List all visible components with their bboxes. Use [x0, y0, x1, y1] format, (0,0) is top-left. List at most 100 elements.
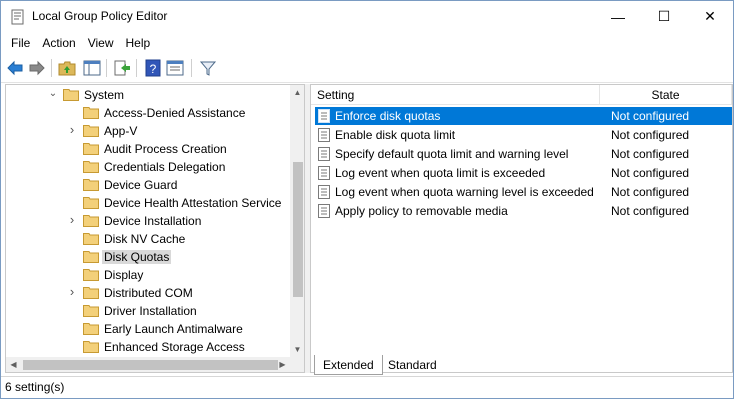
tree-horizontal-scrollbar[interactable]: ◀ ▶: [6, 357, 290, 372]
folder-icon: [83, 215, 99, 227]
setting-name: Log event when quota warning level is ex…: [335, 185, 594, 199]
tree-label: Disk Quotas: [102, 250, 172, 264]
policy-setting-icon: [318, 128, 330, 142]
tree-node[interactable]: › Distributed COM: [6, 284, 290, 302]
scrollbar-corner: [290, 357, 304, 372]
filter-icon[interactable]: [199, 59, 217, 77]
toolbar: ?: [1, 54, 733, 83]
setting-row[interactable]: Enable disk quota limit Not configured: [315, 126, 732, 144]
chevron-right-icon[interactable]: ›: [67, 213, 77, 226]
setting-state: Not configured: [611, 109, 690, 123]
folder-icon: [83, 125, 99, 137]
setting-state: Not configured: [611, 204, 690, 218]
tree-node[interactable]: Disk Quotas: [6, 248, 290, 266]
setting-row[interactable]: Log event when quota warning level is ex…: [315, 183, 732, 201]
tree-vertical-scrollbar[interactable]: ▲ ▼: [290, 85, 304, 357]
menu-file[interactable]: File: [5, 33, 36, 53]
tree-node[interactable]: › App-V: [6, 122, 290, 140]
tree-node[interactable]: Credentials Delegation: [6, 158, 290, 176]
tree-label: Device Guard: [104, 178, 178, 192]
folder-icon: [83, 107, 99, 119]
toolbar-separator: [136, 59, 137, 77]
scroll-right-icon[interactable]: ▶: [275, 357, 290, 372]
menu-action[interactable]: Action: [36, 33, 81, 53]
forward-icon[interactable]: [28, 59, 46, 77]
close-button[interactable]: ✕: [687, 1, 733, 32]
folder-icon: [83, 251, 99, 263]
tree-node-system[interactable]: ⌄ System: [6, 86, 290, 104]
tab-standard[interactable]: Standard: [380, 355, 445, 375]
setting-row[interactable]: Apply policy to removable media Not confi…: [315, 202, 732, 220]
tree-node[interactable]: Device Health Attestation Service: [6, 194, 290, 212]
tree-label: Device Installation: [104, 214, 202, 228]
help-icon[interactable]: ?: [144, 59, 162, 77]
export-list-icon[interactable]: [113, 59, 131, 77]
setting-row[interactable]: Specify default quota limit and warning …: [315, 145, 732, 163]
setting-name: Enable disk quota limit: [335, 128, 456, 142]
tree-label: Access-Denied Assistance: [104, 106, 246, 120]
tree-label: Credentials Delegation: [104, 160, 226, 174]
scroll-thumb[interactable]: [23, 360, 278, 370]
column-header-setting[interactable]: Setting: [311, 85, 600, 105]
tree-label: Driver Installation: [104, 304, 197, 318]
policy-setting-icon: [318, 109, 330, 123]
tree-label: Enhanced Storage Access: [104, 340, 245, 354]
toolbar-separator: [106, 59, 107, 77]
window-title: Local Group Policy Editor: [32, 9, 168, 23]
tab-extended[interactable]: Extended: [314, 355, 383, 375]
tree-node[interactable]: Audit Process Creation: [6, 140, 290, 158]
scroll-up-icon[interactable]: ▲: [290, 85, 304, 100]
back-icon[interactable]: [6, 59, 24, 77]
title-bar[interactable]: Local Group Policy Editor — ☐ ✕: [1, 1, 733, 32]
toolbar-separator: [51, 59, 52, 77]
tree-node[interactable]: › Device Installation: [6, 212, 290, 230]
up-folder-icon[interactable]: [58, 59, 76, 77]
setting-row[interactable]: Log event when quota limit is exceeded No…: [315, 164, 732, 182]
policy-setting-icon: [318, 185, 330, 199]
setting-name: Enforce disk quotas: [335, 109, 441, 123]
tree-node[interactable]: Display: [6, 266, 290, 284]
tree-label: System: [84, 88, 125, 102]
menu-help[interactable]: Help: [120, 33, 157, 53]
setting-state: Not configured: [611, 166, 690, 180]
policy-setting-icon: [318, 147, 330, 161]
column-header-state[interactable]: State: [600, 85, 732, 105]
show-hide-tree-icon[interactable]: [83, 59, 101, 77]
folder-icon: [83, 143, 99, 155]
scroll-left-icon[interactable]: ◀: [6, 357, 21, 372]
tree-node[interactable]: Driver Installation: [6, 302, 290, 320]
tree-label: Audit Process Creation: [104, 142, 227, 156]
svg-text:?: ?: [150, 62, 157, 76]
maximize-button[interactable]: ☐: [641, 1, 687, 32]
menu-view[interactable]: View: [82, 33, 120, 53]
chevron-right-icon[interactable]: ›: [67, 123, 77, 136]
policy-setting-icon: [318, 166, 330, 180]
policy-editor-app-icon: [11, 9, 24, 25]
tree-node[interactable]: Enhanced Storage Access: [6, 338, 290, 356]
minimize-icon: —: [611, 8, 625, 25]
tree-node[interactable]: Device Guard: [6, 176, 290, 194]
scroll-down-icon[interactable]: ▼: [290, 342, 304, 357]
folder-icon: [83, 179, 99, 191]
settings-list: Setting State Enforce disk quotas Not con…: [310, 84, 733, 373]
setting-name: Specify default quota limit and warning …: [335, 147, 569, 161]
properties-icon[interactable]: [166, 59, 184, 77]
minimize-button[interactable]: —: [595, 1, 641, 32]
setting-name: Apply policy to removable media: [335, 204, 508, 218]
window: Local Group Policy Editor — ☐ ✕ File Act…: [0, 0, 734, 399]
chevron-right-icon[interactable]: ›: [67, 285, 77, 298]
setting-state: Not configured: [611, 128, 690, 142]
view-tabs: Extended Standard: [310, 355, 733, 375]
tree-node[interactable]: Disk NV Cache: [6, 230, 290, 248]
tree-node[interactable]: Access-Denied Assistance: [6, 104, 290, 122]
chevron-down-icon[interactable]: ⌄: [48, 89, 58, 99]
folder-icon: [83, 233, 99, 245]
tree-node[interactable]: Early Launch Antimalware: [6, 320, 290, 338]
tree-label: App-V: [104, 124, 138, 138]
setting-name: Log event when quota limit is exceeded: [335, 166, 546, 180]
close-icon: ✕: [704, 8, 716, 24]
scroll-thumb[interactable]: [293, 162, 303, 297]
status-bar: 6 setting(s): [1, 376, 733, 398]
setting-row[interactable]: Enforce disk quotas Not configured: [315, 107, 732, 125]
folder-icon: [83, 341, 99, 353]
